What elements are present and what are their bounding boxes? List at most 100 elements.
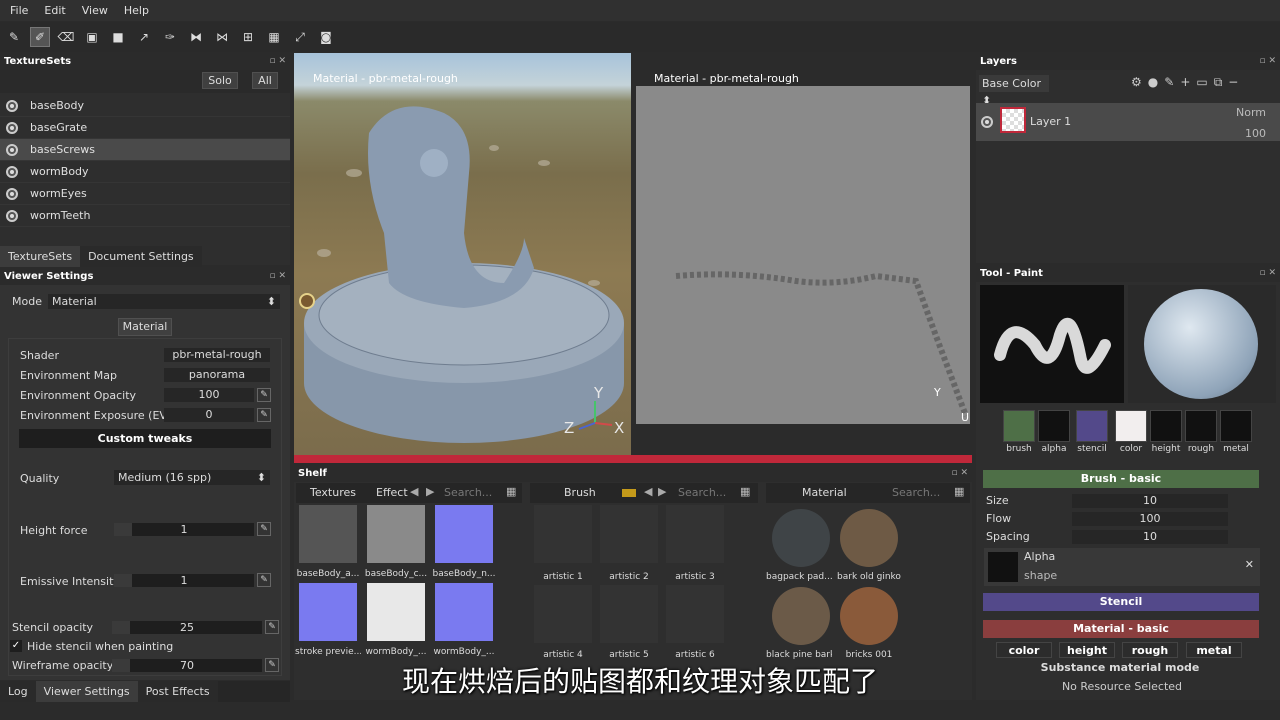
texture-thumb-1[interactable] <box>299 505 357 563</box>
channel-metal[interactable]: metal <box>1219 410 1253 458</box>
env-map-field[interactable]: panorama <box>164 368 270 382</box>
all-button[interactable]: All <box>252 72 278 89</box>
visibility-radio-icon[interactable] <box>6 209 18 222</box>
panel-controls-icon[interactable]: ▫ ✕ <box>1259 265 1276 282</box>
projection-icon[interactable]: ▣ <box>82 27 102 47</box>
material-thumb-3[interactable] <box>772 587 830 645</box>
material-color-button[interactable]: color <box>996 642 1052 658</box>
stencil-header[interactable]: Stencil <box>983 593 1259 611</box>
panel-controls-icon[interactable]: ▫ ✕ <box>269 268 286 285</box>
fit-view-icon[interactable]: ⤢ <box>290 27 310 47</box>
textureset-item[interactable]: baseGrate <box>0 117 290 139</box>
hide-stencil-checkbox[interactable]: ✓ <box>10 640 22 652</box>
texture-thumb-2[interactable] <box>367 505 425 563</box>
edit-pencil-icon[interactable]: ✎ <box>257 522 271 536</box>
material-rough-button[interactable]: rough <box>1122 642 1178 658</box>
mode-dropdown[interactable]: Material ⬍ <box>48 294 280 309</box>
grid-view-icon[interactable]: ▦ <box>740 485 750 498</box>
height-force-slider[interactable]: 1 <box>114 523 254 536</box>
edit-pencil-icon[interactable]: ✎ <box>265 658 279 672</box>
edit-pencil-icon[interactable]: ✎ <box>257 573 271 587</box>
brush-thumb-2[interactable] <box>600 505 658 563</box>
viewport-split-icon[interactable]: ▦ <box>264 27 284 47</box>
textureset-item[interactable]: baseBody <box>0 95 290 117</box>
layer-blend[interactable]: Norm <box>1236 106 1266 119</box>
menu-help[interactable]: Help <box>118 4 159 17</box>
textures-search[interactable]: Search... <box>444 486 492 499</box>
smudge-icon[interactable]: ↗ <box>134 27 154 47</box>
visibility-radio-icon[interactable] <box>6 165 18 178</box>
effect-icon[interactable]: ⚙ <box>1131 75 1148 89</box>
flow-slider[interactable]: 100 <box>1072 512 1228 526</box>
size-slider[interactable]: 10 <box>1072 494 1228 508</box>
visibility-radio-icon[interactable] <box>6 187 18 200</box>
wireframe-slider[interactable]: 70 <box>112 659 262 672</box>
textureset-item[interactable]: wormTeeth <box>0 205 290 227</box>
edit-pencil-icon[interactable]: ✎ <box>265 620 279 634</box>
arrow-right-icon[interactable]: ▶ <box>658 485 666 498</box>
shader-field[interactable]: pbr-metal-rough <box>164 348 270 362</box>
solo-button[interactable]: Solo <box>202 72 238 89</box>
material-height-button[interactable]: height <box>1059 642 1115 658</box>
panel-controls-icon[interactable]: ▫ ✕ <box>951 465 968 482</box>
custom-tweaks-header[interactable]: Custom tweaks <box>19 429 271 448</box>
material-thumb-1[interactable] <box>772 509 830 567</box>
texture-thumb-5[interactable] <box>367 583 425 641</box>
layer-row[interactable]: Layer 1 Norm 100 <box>976 103 1280 141</box>
texture-thumb-6[interactable] <box>435 583 493 641</box>
channel-dropdown[interactable]: Base Color ⬍ <box>979 75 1049 107</box>
delete-layer-icon[interactable]: − <box>1228 75 1244 89</box>
arrow-right-icon[interactable]: ▶ <box>426 485 434 498</box>
folder-icon[interactable]: ▭ <box>1196 75 1213 89</box>
panel-controls-icon[interactable]: ▫ ✕ <box>269 53 286 70</box>
menu-edit[interactable]: Edit <box>38 4 75 17</box>
textureset-item[interactable]: baseScrews <box>0 139 290 161</box>
layer-name[interactable]: Layer 1 <box>1030 115 1071 128</box>
textureset-item[interactable]: wormEyes <box>0 183 290 205</box>
panel-controls-icon[interactable]: ▫ ✕ <box>1259 53 1276 70</box>
eraser-icon[interactable]: ⌫ <box>56 27 76 47</box>
material-basic-header[interactable]: Material - basic <box>983 620 1259 638</box>
visibility-radio-icon[interactable] <box>6 99 18 112</box>
arrow-left-icon[interactable]: ◀ <box>410 485 418 498</box>
brush-basic-header[interactable]: Brush - basic <box>983 470 1259 488</box>
material-thumb-4[interactable] <box>840 587 898 645</box>
channel-color[interactable]: color <box>1114 410 1148 458</box>
brush-thumb-5[interactable] <box>600 585 658 643</box>
mirror-icon[interactable]: ⧓ <box>186 27 206 47</box>
add-layer-icon[interactable]: + <box>1180 75 1196 89</box>
tab-texturesets[interactable]: TextureSets <box>0 246 81 267</box>
brush-thumb-1[interactable] <box>534 505 592 563</box>
mask-icon[interactable]: ● <box>1148 75 1164 89</box>
paint-brush-icon[interactable]: ✎ <box>4 27 24 47</box>
material-button[interactable]: Material <box>118 318 172 336</box>
brush-thumb-4[interactable] <box>534 585 592 643</box>
grid-view-icon[interactable]: ▦ <box>954 485 964 498</box>
textureset-item[interactable]: wormBody <box>0 161 290 183</box>
menu-file[interactable]: File <box>4 4 38 17</box>
brush-thumb-6[interactable] <box>666 585 724 643</box>
visibility-radio-icon[interactable] <box>6 121 18 134</box>
channel-height[interactable]: height <box>1149 410 1183 458</box>
duplicate-icon[interactable]: ⧉ <box>1214 75 1229 89</box>
texture-thumb-3[interactable] <box>435 505 493 563</box>
brush-search[interactable]: Search... <box>678 486 726 499</box>
paint-layer-icon[interactable]: ✎ <box>1164 75 1180 89</box>
tab-textures[interactable]: Textures <box>310 486 356 499</box>
tab-post-effects[interactable]: Post Effects <box>137 681 218 702</box>
tab-log[interactable]: Log <box>0 681 36 702</box>
tab-viewer-settings[interactable]: Viewer Settings <box>35 681 138 702</box>
emissive-slider[interactable]: 1 <box>114 574 254 587</box>
material-metal-button[interactable]: metal <box>1186 642 1242 658</box>
visibility-radio-icon[interactable] <box>6 143 18 156</box>
symmetry-icon[interactable]: ⋈ <box>212 27 232 47</box>
alpha-row[interactable]: Alpha shape ✕ <box>984 548 1260 586</box>
material-search[interactable]: Search... <box>892 486 940 499</box>
tab-document-settings[interactable]: Document Settings <box>80 246 202 267</box>
eyedropper-icon[interactable]: ✑ <box>160 27 180 47</box>
layer-visibility-icon[interactable] <box>981 116 993 128</box>
channel-brush[interactable]: brush <box>1002 410 1036 458</box>
spacing-slider[interactable]: 10 <box>1072 530 1228 544</box>
screenshot-icon[interactable]: ◙ <box>316 27 336 47</box>
texture-thumb-4[interactable] <box>299 583 357 641</box>
